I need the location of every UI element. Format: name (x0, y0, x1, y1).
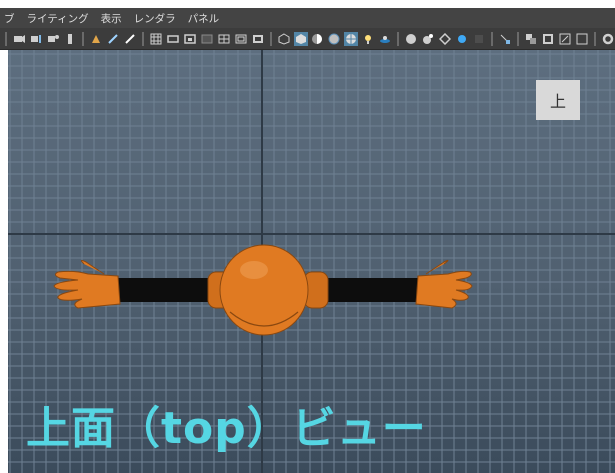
shade-selected-icon[interactable] (311, 32, 325, 46)
left-hand[interactable] (53, 259, 121, 309)
textured-icon[interactable] (344, 31, 359, 46)
toolbar-divider (81, 31, 84, 46)
view-label-text: 上 (549, 92, 566, 111)
motion-blur-icon[interactable] (421, 32, 435, 46)
lights-icon[interactable] (361, 32, 375, 46)
gate-mask-icon[interactable] (200, 32, 214, 46)
frame-selected-icon[interactable] (575, 32, 589, 46)
toolbar-divider (397, 31, 400, 46)
toolbar-divider (594, 31, 597, 46)
toolbar-divider (269, 31, 272, 46)
top-viewport[interactable]: 上 上面（top）ビュー (8, 50, 615, 473)
depth-of-field-icon[interactable] (455, 32, 469, 46)
resolution-gate-icon[interactable] (183, 32, 197, 46)
move-icon[interactable] (123, 32, 137, 46)
settings-icon[interactable] (601, 32, 615, 46)
safe-title-icon[interactable] (251, 32, 265, 46)
view-cube-top[interactable]: 上 (536, 80, 580, 120)
toolbar-divider (491, 31, 494, 46)
frame-all-icon[interactable] (558, 32, 572, 46)
2d-pan-zoom-icon[interactable] (89, 32, 103, 46)
toolbar-divider (141, 31, 144, 46)
menu-item-renderer[interactable]: レンダラ (134, 11, 176, 26)
grid-icon[interactable] (149, 32, 163, 46)
head[interactable] (219, 244, 309, 336)
menu-item-panels[interactable]: パネル (188, 11, 220, 26)
menu-item-lighting[interactable]: ライティング (27, 11, 89, 26)
ambient-occlusion-icon[interactable] (404, 32, 418, 46)
menu-item-truncated[interactable]: ブ (4, 11, 15, 26)
isolate-select-icon[interactable] (472, 32, 486, 46)
grease-pencil-icon[interactable] (106, 32, 120, 46)
xray-components-icon[interactable] (541, 32, 555, 46)
bookmark-icon[interactable] (46, 32, 60, 46)
camera-attr-icon[interactable] (29, 32, 43, 46)
wireframe-on-shaded-icon[interactable] (327, 32, 341, 46)
right-arm[interactable] (314, 278, 424, 302)
maya-panel: ブ ライティング 表示 レンダラ パネル 上 上面（top）ビュー (0, 0, 615, 473)
image-plane-icon[interactable] (63, 32, 77, 46)
safe-action-icon[interactable] (234, 32, 248, 46)
panel-menubar: ブ ライティング 表示 レンダラ パネル (0, 8, 615, 28)
toolbar-divider (517, 31, 520, 46)
smooth-shade-icon[interactable] (293, 31, 308, 46)
right-hand[interactable] (415, 259, 473, 309)
shadows-icon[interactable] (378, 32, 392, 46)
caption-overlay: 上面（top）ビュー (26, 403, 427, 454)
film-gate-icon[interactable] (166, 32, 180, 46)
camera-icon[interactable] (12, 32, 26, 46)
toolbar-divider (5, 31, 7, 46)
wireframe-icon[interactable] (277, 32, 291, 46)
field-chart-icon[interactable] (217, 32, 231, 46)
xray-joints-icon[interactable] (524, 32, 538, 46)
panel-toolbar (0, 28, 615, 50)
anti-alias-icon[interactable] (438, 32, 452, 46)
left-arm[interactable] (112, 278, 224, 302)
xray-icon[interactable] (498, 32, 512, 46)
menu-item-show[interactable]: 表示 (101, 11, 122, 26)
